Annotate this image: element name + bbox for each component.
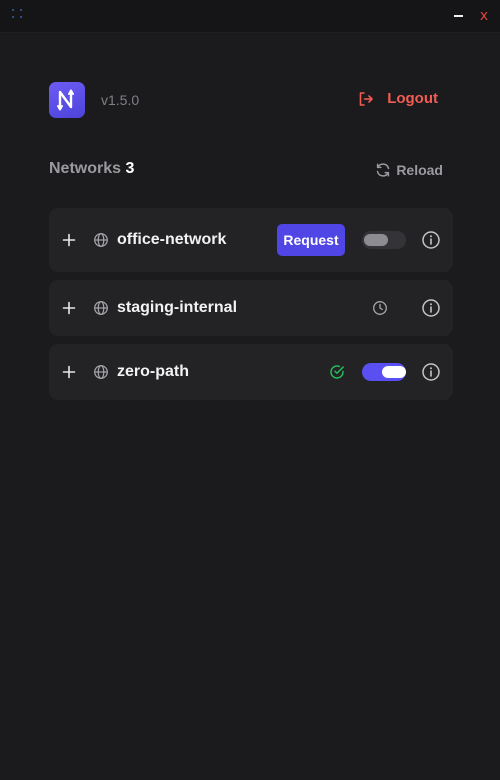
globe-icon bbox=[94, 301, 108, 315]
app-logo-icon bbox=[49, 82, 85, 118]
network-toggle[interactable] bbox=[362, 363, 406, 381]
window-titlebar[interactable]: x bbox=[0, 0, 500, 33]
network-name: office-network bbox=[117, 231, 227, 248]
app-version: v1.5.0 bbox=[101, 92, 140, 108]
expand-plus-icon[interactable] bbox=[61, 364, 77, 380]
close-button[interactable]: x bbox=[472, 4, 496, 28]
logout-button[interactable]: Logout bbox=[358, 90, 438, 107]
info-icon[interactable] bbox=[421, 362, 441, 382]
network-name: zero-path bbox=[117, 363, 189, 380]
logout-icon bbox=[359, 91, 373, 106]
info-icon[interactable] bbox=[421, 230, 441, 250]
network-name: staging-internal bbox=[117, 299, 238, 316]
network-card-office-network[interactable]: office-network Request bbox=[49, 208, 453, 272]
logout-label: Logout bbox=[387, 90, 438, 107]
expand-plus-icon[interactable] bbox=[61, 300, 77, 316]
toggle-knob bbox=[364, 234, 388, 246]
networks-title: Networks 3 bbox=[49, 160, 134, 178]
drag-handle-icon[interactable] bbox=[12, 9, 26, 21]
globe-icon bbox=[94, 233, 108, 247]
reload-label: Reload bbox=[396, 162, 443, 178]
info-icon[interactable] bbox=[421, 298, 441, 318]
network-toggle[interactable] bbox=[362, 231, 406, 249]
check-circle-icon bbox=[330, 365, 344, 379]
networks-heading-row: Networks 3 Reload bbox=[49, 160, 443, 182]
reload-icon bbox=[377, 163, 390, 177]
network-card-staging-internal[interactable]: staging-internal bbox=[49, 280, 453, 336]
networks-title-label: Networks bbox=[49, 160, 122, 177]
minimize-button[interactable] bbox=[446, 4, 470, 28]
clock-icon bbox=[373, 301, 387, 315]
request-button[interactable]: Request bbox=[277, 224, 345, 256]
toggle-knob bbox=[382, 366, 406, 378]
minimize-icon bbox=[453, 15, 463, 17]
networks-count: 3 bbox=[125, 160, 135, 177]
network-card-zero-path[interactable]: zero-path bbox=[49, 344, 453, 400]
expand-plus-icon[interactable] bbox=[61, 232, 77, 248]
reload-button[interactable]: Reload bbox=[375, 162, 443, 178]
globe-icon bbox=[94, 365, 108, 379]
app-header: v1.5.0 Logout bbox=[49, 82, 453, 118]
